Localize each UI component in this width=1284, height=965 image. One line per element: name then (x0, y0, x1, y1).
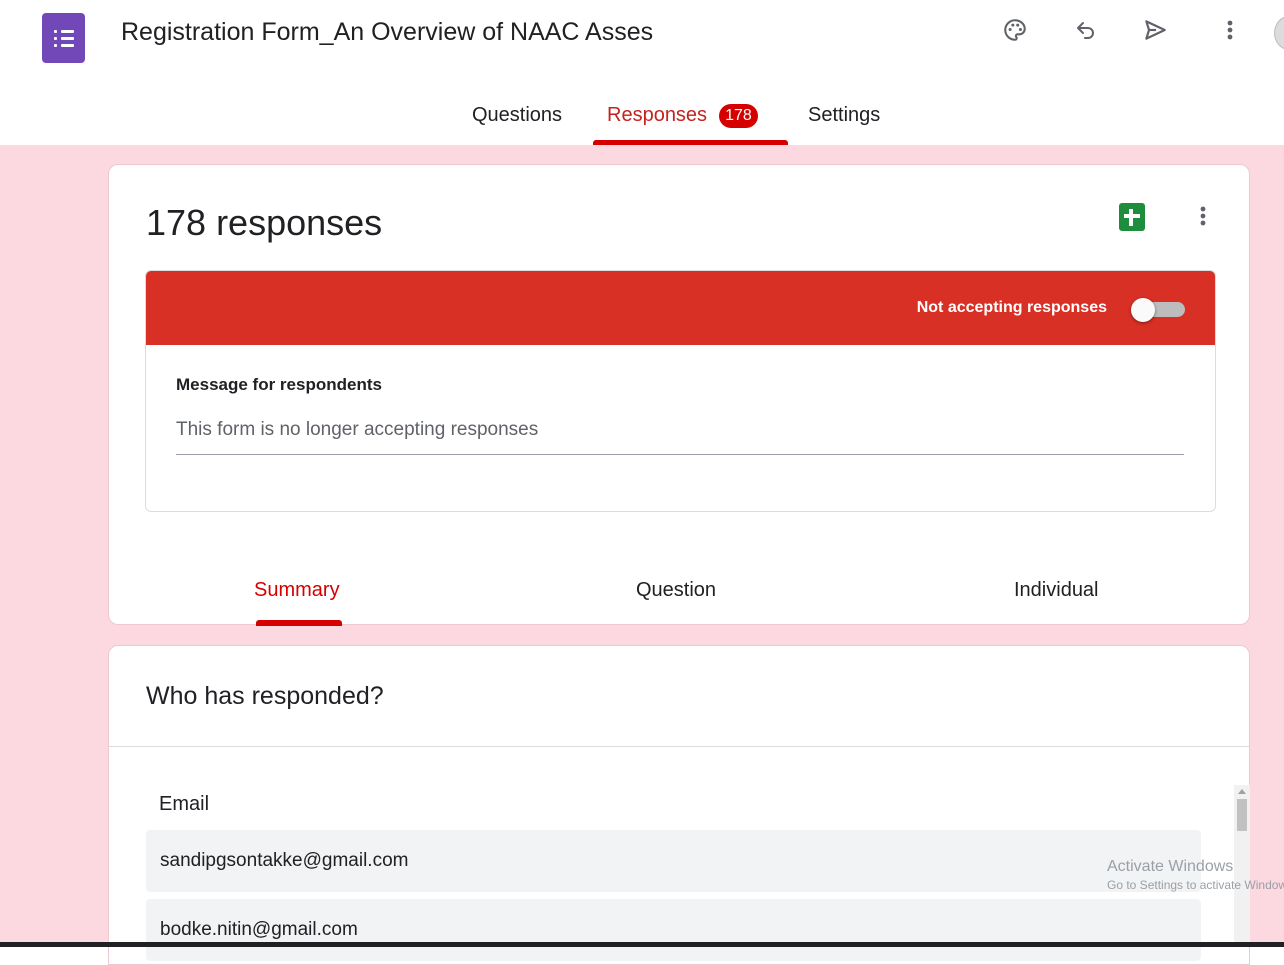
responses-page: 178 responses Not accepting responses Me… (0, 145, 1284, 965)
divider (109, 746, 1249, 747)
more-vert-icon[interactable] (1191, 201, 1215, 231)
respondents-card: Who has responded? Email sandipgsontakke… (108, 645, 1250, 965)
responses-summary-card: 178 responses Not accepting responses Me… (108, 164, 1250, 626)
scroll-up-icon[interactable] (1238, 789, 1246, 794)
app-header: Registration Form_An Overview of NAAC As… (0, 0, 1284, 145)
activate-windows-watermark: Activate Windows Go to Settings to activ… (1107, 858, 1284, 892)
email-column-header: Email (159, 793, 210, 815)
respondents-title: Who has responded? (146, 682, 384, 710)
undo-icon[interactable] (1070, 14, 1102, 46)
subtab-question[interactable]: Question (636, 579, 716, 602)
sheets-icon[interactable] (1119, 203, 1145, 231)
watermark-line2: Go to Settings to activate Windows. (1107, 878, 1284, 892)
watermark-line1: Activate Windows (1107, 858, 1234, 875)
list-item: bodke.nitin@gmail.com (146, 899, 1201, 961)
responses-count-title: 178 responses (146, 202, 383, 243)
accepting-status-label: Not accepting responses (916, 299, 1107, 316)
message-label: Message for respondents (176, 375, 382, 394)
message-input[interactable]: This form is no longer accepting respons… (176, 419, 1184, 455)
tab-responses-label: Responses (607, 104, 708, 126)
form-title[interactable]: Registration Form_An Overview of NAAC As… (121, 18, 653, 47)
subtab-individual[interactable]: Individual (1014, 579, 1099, 602)
palette-icon[interactable] (999, 14, 1031, 46)
subtab-summary[interactable]: Summary (254, 579, 340, 602)
scroll-thumb[interactable] (1237, 799, 1247, 831)
avatar[interactable] (1274, 16, 1284, 50)
active-subtab-indicator (256, 620, 342, 626)
tab-responses[interactable]: Responses 178 (607, 104, 758, 128)
responses-count-badge: 178 (719, 104, 758, 128)
send-icon[interactable] (1139, 14, 1171, 46)
taskbar-edge (0, 942, 1284, 947)
tab-settings[interactable]: Settings (808, 104, 880, 127)
list-item: sandipgsontakke@gmail.com (146, 830, 1201, 892)
accepting-banner: Not accepting responses (146, 271, 1215, 345)
tab-questions[interactable]: Questions (472, 104, 562, 127)
form-tabs: Questions Responses 178 Settings (0, 104, 1284, 145)
forms-logo-icon[interactable] (42, 13, 85, 63)
toggle-knob[interactable] (1131, 298, 1155, 322)
accepting-responses-panel: Not accepting responses Message for resp… (145, 270, 1216, 512)
more-vert-icon[interactable] (1214, 14, 1246, 46)
